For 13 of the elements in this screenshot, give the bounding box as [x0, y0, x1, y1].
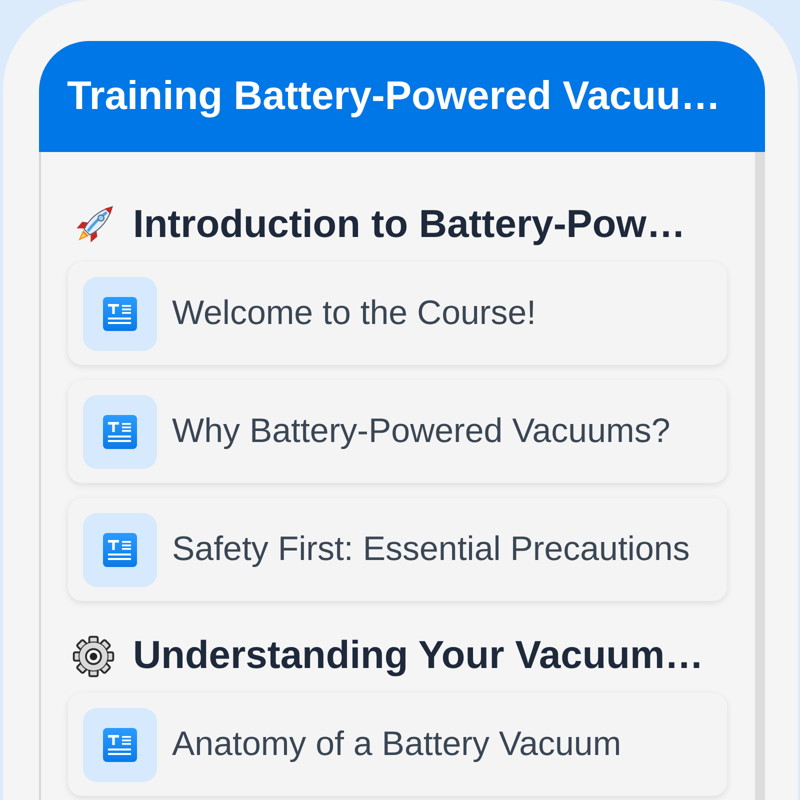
- lesson-item[interactable]: Why Battery-Powered Vacuums?: [68, 380, 727, 483]
- section-title: Introduction to Battery-Pow…: [133, 203, 686, 247]
- text-document-icon: [83, 394, 157, 468]
- lesson-item[interactable]: Safety First: Essential Precautions: [68, 498, 727, 601]
- text-document-icon: [83, 708, 157, 782]
- gear-icon: [71, 634, 116, 678]
- course-title: Training Battery-Powered Vacuu…: [67, 74, 720, 119]
- text-document-icon: [83, 512, 157, 586]
- lesson-item[interactable]: Anatomy of a Battery Vacuum: [68, 693, 727, 796]
- lesson-item[interactable]: Welcome to the Course!: [68, 262, 727, 365]
- scrollbar[interactable]: [755, 152, 765, 800]
- section-title: Understanding Your Vacuum…: [133, 634, 704, 678]
- text-document-icon: [83, 276, 157, 350]
